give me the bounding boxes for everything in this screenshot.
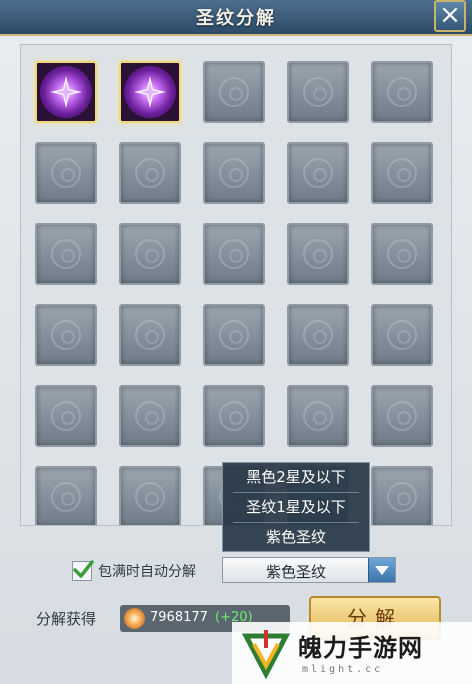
close-icon[interactable]: × xyxy=(434,0,466,32)
inventory-slot[interactable] xyxy=(35,304,97,366)
filter-option-rune-1star[interactable]: 圣纹1星及以下 xyxy=(223,493,369,522)
rune-emblem-icon xyxy=(387,239,417,269)
rune-emblem-icon xyxy=(219,239,249,269)
auto-decompose-checkbox[interactable] xyxy=(72,560,94,581)
rune-emblem-icon xyxy=(387,77,417,107)
rune-emblem-icon xyxy=(387,320,417,350)
inventory-slot[interactable] xyxy=(203,61,265,123)
inventory-slot[interactable] xyxy=(287,385,349,447)
rune-emblem-icon xyxy=(135,401,165,431)
inventory-slot[interactable] xyxy=(287,304,349,366)
inventory-slot[interactable] xyxy=(119,61,181,123)
rune-emblem-icon xyxy=(135,482,165,512)
decompose-panel: 圣纹分解 × 黑色2星及以下 圣纹1星及以下 紫色圣纹 包满时自动分解 紫色圣纹… xyxy=(0,0,472,684)
rune-emblem-icon xyxy=(219,320,249,350)
rune-inventory-grid xyxy=(20,44,452,526)
purple-rune-icon xyxy=(124,66,176,118)
filter-select-value: 紫色圣纹 xyxy=(265,563,326,581)
inventory-slot[interactable] xyxy=(35,223,97,285)
checkmark-icon xyxy=(73,560,94,578)
inventory-slot[interactable] xyxy=(119,385,181,447)
rune-emblem-icon xyxy=(303,158,333,188)
inventory-slot[interactable] xyxy=(203,142,265,204)
inventory-slot[interactable] xyxy=(203,223,265,285)
inventory-slot[interactable] xyxy=(371,61,433,123)
inventory-slot[interactable] xyxy=(35,142,97,204)
rune-emblem-icon xyxy=(51,482,81,512)
rune-emblem-icon xyxy=(51,320,81,350)
filter-select[interactable]: 紫色圣纹 xyxy=(222,557,396,583)
inventory-slot[interactable] xyxy=(35,466,97,525)
inventory-slot[interactable] xyxy=(371,304,433,366)
rune-emblem-icon xyxy=(219,158,249,188)
inventory-slot[interactable] xyxy=(203,385,265,447)
inventory-slot[interactable] xyxy=(119,304,181,366)
rune-emblem-icon xyxy=(387,482,417,512)
watermark-subtext: mlight.cc xyxy=(302,664,384,675)
rune-emblem-icon xyxy=(303,320,333,350)
rune-emblem-icon xyxy=(51,158,81,188)
purple-rune-icon xyxy=(40,66,92,118)
rune-emblem-icon xyxy=(387,401,417,431)
title-bar: 圣纹分解 × xyxy=(0,0,472,36)
inventory-slot[interactable] xyxy=(371,466,433,525)
inventory-slot[interactable] xyxy=(119,142,181,204)
inventory-slot[interactable] xyxy=(203,304,265,366)
chevron-down-icon[interactable] xyxy=(368,558,395,582)
rune-emblem-icon xyxy=(219,77,249,107)
inventory-slot[interactable] xyxy=(35,61,97,123)
reward-value: 7968177 xyxy=(150,610,208,625)
inventory-slot[interactable] xyxy=(119,223,181,285)
filter-option-purple-rune[interactable]: 紫色圣纹 xyxy=(223,523,369,552)
inventory-slot[interactable] xyxy=(371,223,433,285)
rune-emblem-icon xyxy=(135,239,165,269)
rune-emblem-icon xyxy=(51,401,81,431)
inventory-slot[interactable] xyxy=(287,142,349,204)
rune-emblem-icon xyxy=(387,158,417,188)
inventory-slot[interactable] xyxy=(35,385,97,447)
rune-emblem-icon xyxy=(219,401,249,431)
watermark-logo-icon xyxy=(241,630,291,680)
inventory-slot[interactable] xyxy=(287,61,349,123)
filter-dropdown-menu: 黑色2星及以下 圣纹1星及以下 紫色圣纹 xyxy=(222,462,370,552)
chevron-down-glyph xyxy=(375,566,389,575)
inventory-slot[interactable] xyxy=(371,385,433,447)
window-title: 圣纹分解 xyxy=(196,8,276,29)
watermark-text: 魄力手游网 xyxy=(298,634,423,662)
filter-option-black-2star[interactable]: 黑色2星及以下 xyxy=(223,463,369,492)
inventory-slot[interactable] xyxy=(119,466,181,525)
auto-decompose-label: 包满时自动分解 xyxy=(98,564,196,580)
watermark: 魄力手游网 mlight.cc xyxy=(232,622,472,684)
rune-emblem-icon xyxy=(303,239,333,269)
reward-label: 分解获得 xyxy=(36,610,97,628)
rune-emblem-icon xyxy=(303,77,333,107)
rune-emblem-icon xyxy=(303,401,333,431)
rune-emblem-icon xyxy=(51,239,81,269)
rune-emblem-icon xyxy=(135,320,165,350)
rune-dust-icon xyxy=(124,608,145,629)
rune-emblem-icon xyxy=(135,158,165,188)
inventory-slot[interactable] xyxy=(371,142,433,204)
inventory-slot[interactable] xyxy=(287,223,349,285)
